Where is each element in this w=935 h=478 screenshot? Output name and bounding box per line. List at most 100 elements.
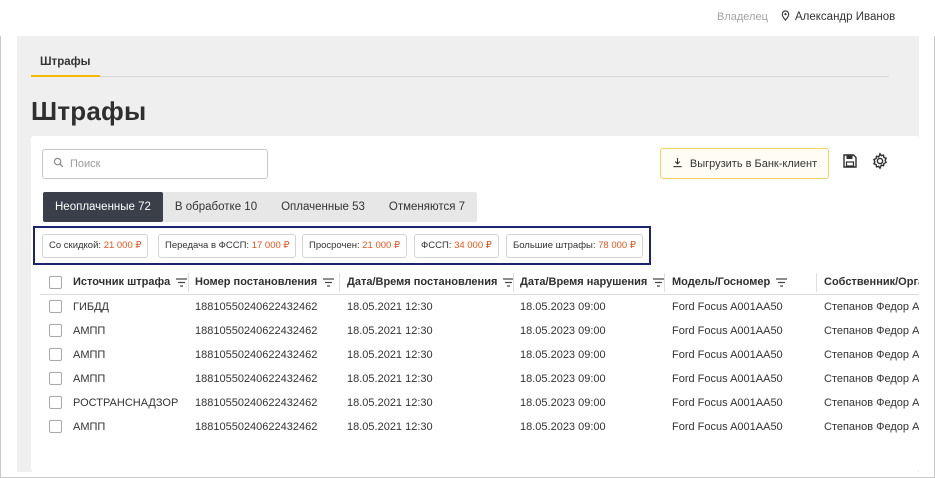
cell-source: АМПП [73,325,106,337]
cell-model-plate: Ford Focus A001AA50 [672,421,783,433]
filter-icon[interactable] [653,278,665,287]
search-icon [53,155,64,173]
export-bank-client-button[interactable]: Выгрузить в Банк-клиент [660,148,829,179]
settings-button[interactable] [871,152,889,175]
chip-transfer-fssp[interactable]: Передача в ФССП: 17 000 ₽ [158,234,297,258]
cell-model-plate: Ford Focus A001AA50 [672,397,783,409]
column-header-resolution-number[interactable]: Номер постановления [195,270,335,295]
top-bar: Владелец Александр Иванов [0,0,935,36]
cell-resolution-number: 18810550240622432462 [195,301,318,313]
cell-violation-date: 18.05.2023 09:00 [520,349,606,361]
filter-icon[interactable] [776,278,788,287]
cell-resolution-number: 18810550240622432462 [195,421,318,433]
cell-source: ГИБДД [73,301,109,313]
column-header-resolution-date[interactable]: Дата/Время постановления [347,270,515,295]
chip-discount[interactable]: Со скидкой: 21 000 ₽ [42,234,149,258]
tab-processing[interactable]: В обработке 10 [163,192,269,222]
cell-source: РОСТРАНСНАДЗОР [73,397,179,409]
chip-large-fines[interactable]: Большие штрафы: 78 000 ₽ [506,234,643,258]
cell-resolution-number: 18810550240622432462 [195,325,318,337]
table-row[interactable]: АМПП 18810550240622432462 18.05.2021 12:30… [40,415,919,439]
export-button-label: Выгрузить в Банк-клиент [689,157,818,170]
cell-model-plate: Ford Focus A001AA50 [672,373,783,385]
save-button[interactable] [841,154,858,172]
tab-fines[interactable]: Штрафы [31,55,100,77]
row-checkbox[interactable] [49,372,62,385]
row-checkbox[interactable] [49,396,62,409]
cell-model-plate: Ford Focus A001AA50 [672,349,783,361]
chip-amount: 21 000 ₽ [103,240,142,251]
user-name: Александр Иванов [795,11,896,23]
column-header-model-plate[interactable]: Модель/Госномер [672,270,788,295]
tab-cancelling[interactable]: Отменяются 7 [377,192,477,222]
page-title: Штрафы [31,96,147,126]
chip-amount: 34 000 ₽ [454,240,492,251]
table-row[interactable]: АМПП 18810550240622432462 18.05.2021 12:30… [40,367,919,391]
cell-violation-date: 18.05.2023 09:00 [520,301,606,313]
column-header-owner[interactable]: Собственник/Орга [824,270,919,295]
user-menu[interactable]: Александр Иванов [780,10,895,24]
chip-amount: 17 000 ₽ [251,240,290,251]
download-icon [672,157,683,171]
cell-owner: Степанов Федор А. [824,325,919,337]
chip-label: Со скидкой: [49,240,102,251]
filter-icon[interactable] [176,278,188,287]
cell-source: АМПП [73,373,106,385]
cell-violation-date: 18.05.2023 09:00 [520,397,606,409]
cell-resolution-date: 18.05.2021 12:30 [347,373,433,385]
column-divider[interactable] [664,273,665,292]
table-row[interactable]: РОСТРАНСНАДЗОР 18810550240622432462 18.05.… [40,391,919,415]
column-divider[interactable] [188,273,189,292]
cell-owner: Степанов Федор А. [824,397,919,409]
chip-label: Большие штрафы: [513,240,596,251]
cell-model-plate: Ford Focus A001AA50 [672,301,783,313]
status-tabs: Неоплаченные 72 В обработке 10 Оплаченны… [43,192,478,222]
row-checkbox[interactable] [49,420,62,433]
column-header-label: Источник штрафа [73,276,171,288]
cell-source: АМПП [73,421,106,433]
column-header-label: Дата/Время нарушения [520,276,648,288]
cell-model-plate: Ford Focus A001AA50 [672,325,783,337]
cell-owner: Степанов Федор А. [824,421,919,433]
gear-icon [871,152,889,175]
column-divider[interactable] [513,273,514,292]
cell-violation-date: 18.05.2023 09:00 [520,421,606,433]
owner-label: Владелец [717,11,768,23]
search-input[interactable] [70,158,250,170]
row-checkbox[interactable] [49,348,62,361]
fines-table: Источник штрафа Номер постановления Дата… [40,270,919,440]
column-header-label: Собственник/Орга [824,276,919,288]
cell-resolution-date: 18.05.2021 12:30 [347,301,433,313]
cell-resolution-date: 18.05.2021 12:30 [347,349,433,361]
table-row[interactable]: АМПП 18810550240622432462 18.05.2021 12:30… [40,343,919,367]
table-row[interactable]: ГИБДД 18810550240622432462 18.05.2021 12:3… [40,295,919,319]
row-checkbox[interactable] [49,300,62,313]
cell-violation-date: 18.05.2023 09:00 [520,325,606,337]
cell-violation-date: 18.05.2023 09:00 [520,373,606,385]
cell-owner: Степанов Федор А. [824,301,919,313]
cell-resolution-date: 18.05.2021 12:30 [347,421,433,433]
column-header-violation-date[interactable]: Дата/Время нарушения [520,270,665,295]
cell-resolution-date: 18.05.2021 12:30 [347,325,433,337]
filter-icon[interactable] [323,278,335,287]
cell-resolution-number: 18810550240622432462 [195,373,318,385]
chip-overdue[interactable]: Просрочен: 21 000 ₽ [302,234,408,258]
column-divider[interactable] [339,273,340,292]
column-header-label: Номер постановления [195,276,318,288]
column-header-label: Модель/Госномер [672,276,771,288]
search-box[interactable] [42,149,268,179]
chip-fssp[interactable]: ФССП: 34 000 ₽ [414,234,499,258]
select-all-checkbox[interactable] [49,276,62,289]
cell-owner: Степанов Федор А. [824,349,919,361]
tab-unpaid[interactable]: Неоплаченные 72 [43,192,163,222]
location-pin-icon [780,10,791,24]
chip-amount: 21 000 ₽ [362,240,401,251]
row-checkbox[interactable] [49,324,62,337]
table-row[interactable]: АМПП 18810550240622432462 18.05.2021 12:30… [40,319,919,343]
cell-resolution-number: 18810550240622432462 [195,397,318,409]
column-divider[interactable] [816,273,817,292]
column-header-source[interactable]: Источник штрафа [73,270,188,295]
table-header: Источник штрафа Номер постановления Дата… [40,270,919,295]
chip-label: Передача в ФССП: [165,240,250,251]
tab-paid[interactable]: Оплаченные 53 [269,192,377,222]
